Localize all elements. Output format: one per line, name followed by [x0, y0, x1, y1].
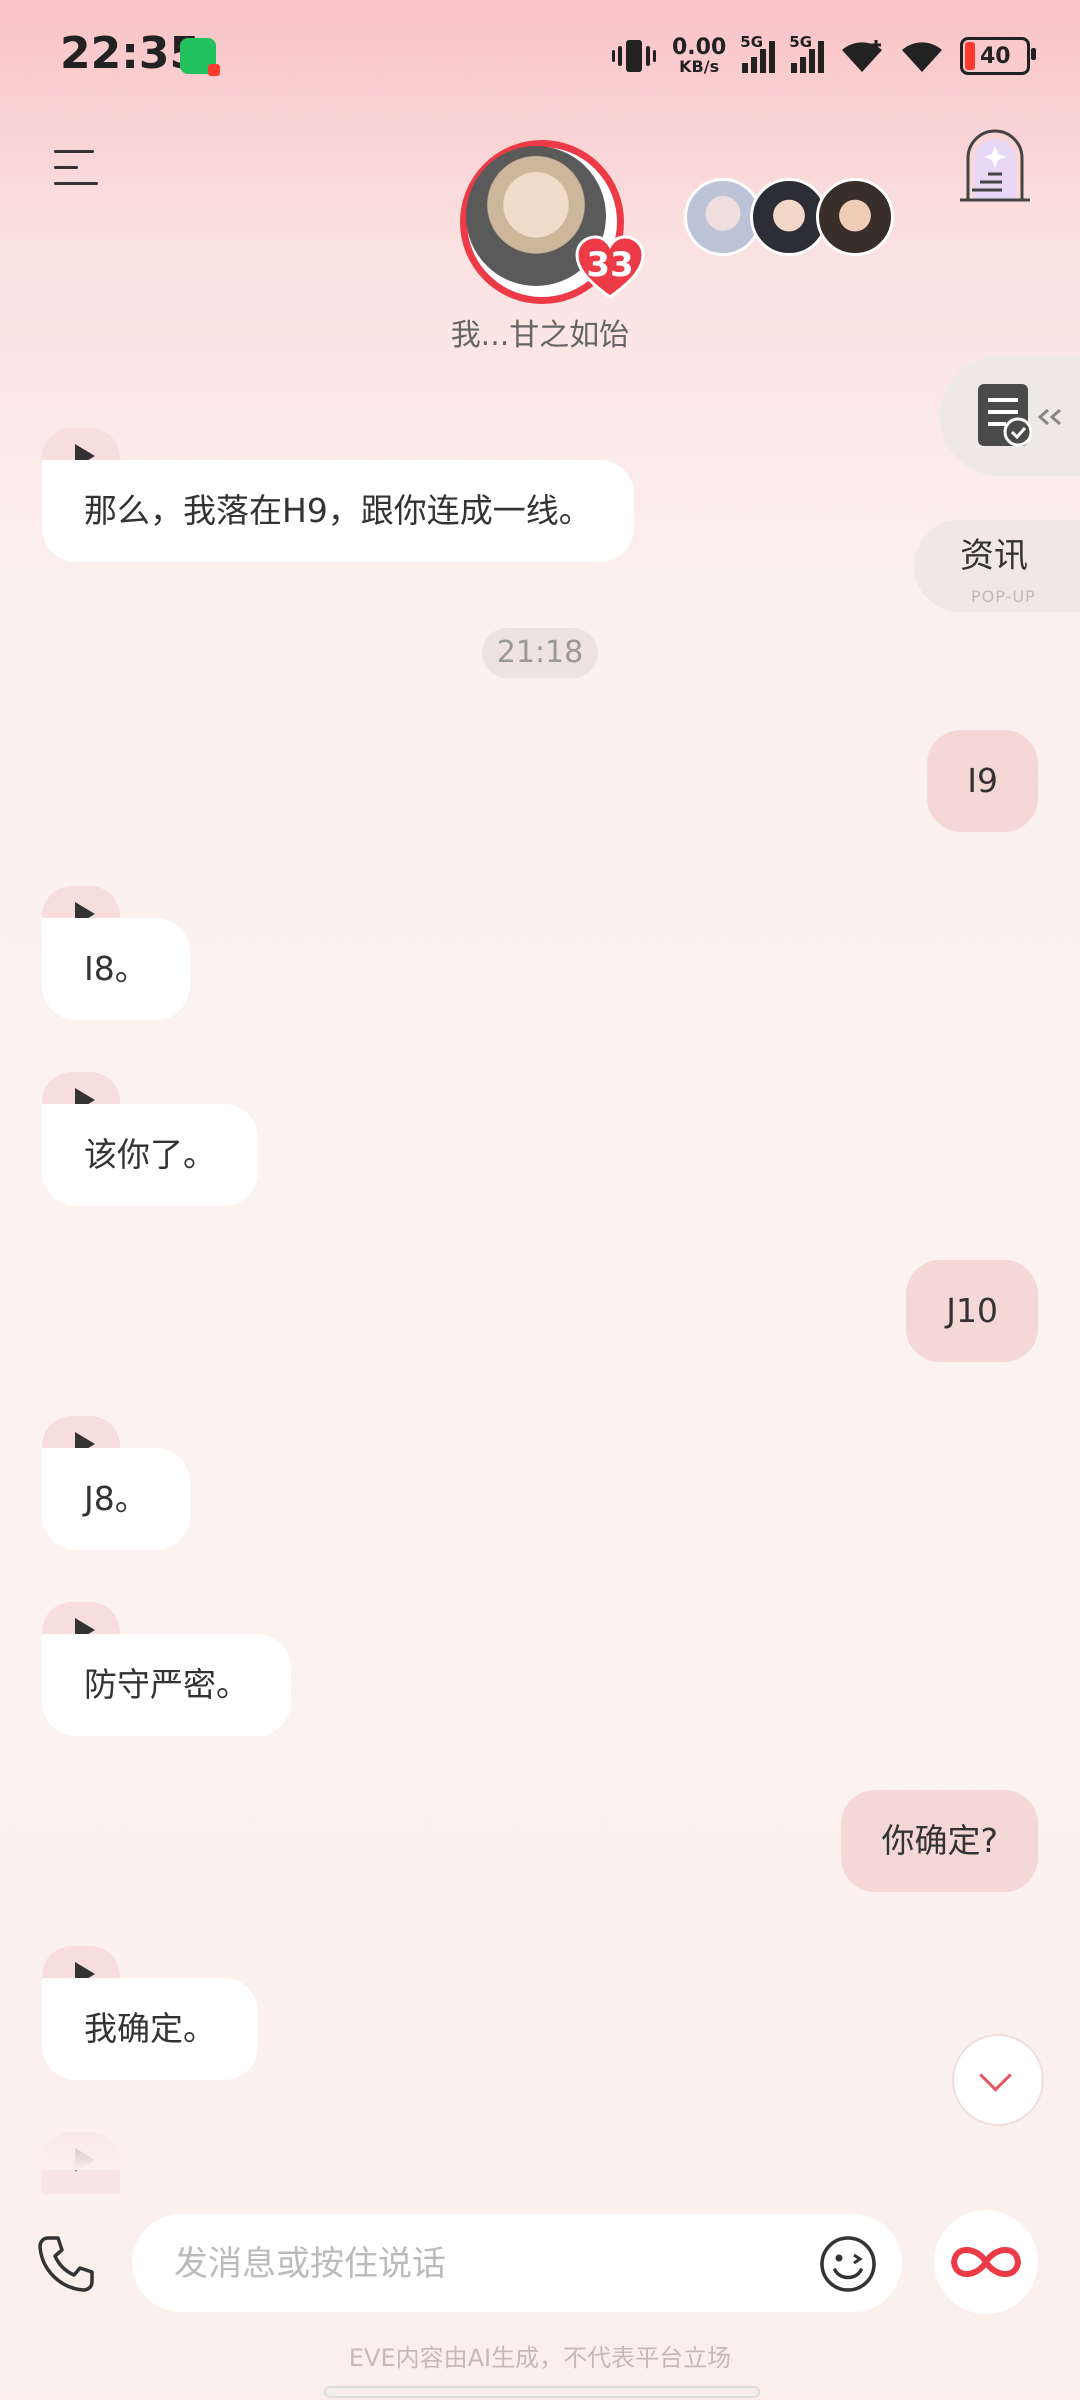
- home-indicator[interactable]: [324, 2386, 760, 2398]
- popup-subtitle: POP-UP: [971, 587, 1036, 606]
- battery-icon: 40: [960, 37, 1037, 75]
- affection-level: 33: [586, 245, 634, 285]
- signal-label: 5G: [789, 33, 813, 51]
- scroll-to-bottom-button[interactable]: [952, 2034, 1044, 2126]
- bot-message[interactable]: I8。: [42, 918, 190, 1020]
- character-name[interactable]: 我...甘之如饴: [350, 310, 730, 354]
- character-switcher[interactable]: [684, 178, 894, 256]
- bot-message[interactable]: 那么，我落在H9，跟你连成一线。: [42, 460, 634, 562]
- vibrate-icon: [612, 40, 656, 72]
- bot-message[interactable]: 防守严密。: [42, 1634, 291, 1736]
- door-icon[interactable]: [958, 124, 1032, 204]
- phone-icon[interactable]: [34, 2232, 98, 2296]
- net-speed: 0.00 KB/s: [672, 37, 726, 75]
- emoji-icon[interactable]: [818, 2234, 878, 2294]
- task-button[interactable]: [940, 356, 1080, 476]
- avatar[interactable]: [816, 178, 894, 256]
- wifi-icon: [902, 42, 943, 72]
- wechat-icon: [180, 38, 220, 76]
- bot-message[interactable]: 我确定。: [42, 1978, 258, 2080]
- task-icon: [978, 384, 1061, 447]
- popup-title: 资讯: [960, 536, 1028, 576]
- net-speed-value: 0.00: [672, 35, 727, 60]
- status-icons: 0.00 KB/s 5G 5G 40: [612, 33, 1037, 78]
- infinity-icon: [950, 2247, 1022, 2277]
- user-message[interactable]: J10: [906, 1260, 1038, 1362]
- ai-disclaimer: EVE内容由AI生成，不代表平台立场: [348, 2344, 732, 2372]
- battery-level: 40: [979, 43, 1011, 69]
- user-message[interactable]: 你确定?: [841, 1790, 1038, 1892]
- signal-icon: 5G: [740, 33, 776, 73]
- menu-icon[interactable]: [54, 150, 100, 190]
- timestamp: 21:18: [482, 628, 598, 678]
- signal-icon: 5G: [789, 33, 825, 73]
- bot-message[interactable]: 该你了。: [42, 1104, 258, 1206]
- user-message[interactable]: I9: [927, 730, 1038, 832]
- bot-message[interactable]: J8。: [42, 1448, 190, 1550]
- signal-label: 5G: [740, 33, 764, 51]
- message-input-container[interactable]: [132, 2214, 902, 2314]
- message-input[interactable]: [172, 2214, 796, 2314]
- ai-assist-button[interactable]: [934, 2210, 1038, 2314]
- net-speed-unit: KB/s: [679, 57, 720, 76]
- affection-badge: 33: [575, 235, 645, 299]
- scroll-fade: [0, 2110, 1080, 2170]
- wifi-icon: [842, 40, 883, 72]
